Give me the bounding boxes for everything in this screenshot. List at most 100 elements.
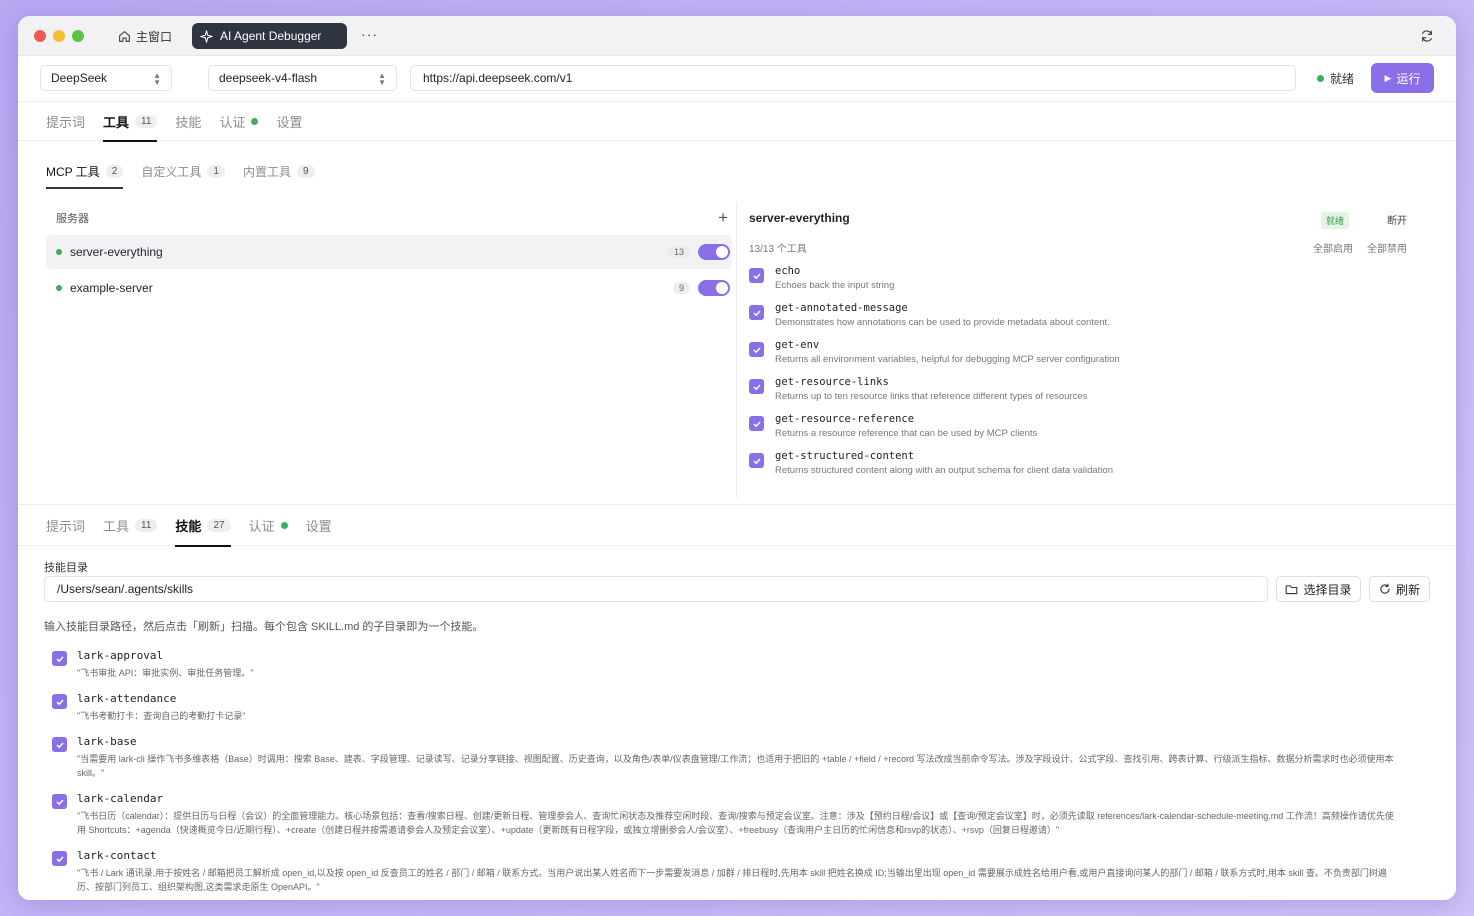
base-url-input[interactable]: https://api.deepseek.com/v1	[410, 65, 1296, 91]
server-enabled-toggle[interactable]	[698, 244, 730, 260]
skill-checkbox[interactable]	[52, 794, 67, 809]
tool-item: get-resource-reference Returns a resource…	[749, 413, 1429, 439]
tab-tools[interactable]: 工具 11	[103, 102, 158, 142]
skill-description: "飞书日历（calendar）：提供日历与日程（会议）的全面管理能力。核心场景包…	[77, 811, 1394, 835]
subtab-label: 自定义工具	[141, 164, 202, 179]
disconnect-button[interactable]: 断开	[1387, 212, 1407, 227]
skill-checkbox[interactable]	[52, 851, 67, 866]
tool-item: get-resource-links Returns up to ten reso…	[749, 376, 1429, 402]
servers-label: 服务器	[56, 213, 89, 225]
skill-checkbox[interactable]	[52, 737, 67, 752]
upper-tab-bar: 提示词 工具 11 技能 认证 设置	[18, 102, 1456, 142]
server-item[interactable]: server-everything 13	[46, 235, 732, 269]
check-icon	[752, 346, 761, 353]
skill-description: "飞书审批 API：审批实例、审批任务管理。"	[77, 668, 254, 678]
tab-tools[interactable]: 工具 11	[103, 505, 158, 546]
connection-status: 就绪	[1317, 70, 1354, 87]
lower-panel: 提示词 工具 11 技能 27 认证 设置 技能目录 /Users/sean/.…	[18, 504, 1456, 900]
model-value: deepseek-v4-flash	[219, 71, 318, 85]
tab-settings[interactable]: 设置	[306, 505, 332, 546]
subtab-builtin-tools[interactable]: 内置工具 9	[243, 156, 315, 186]
tab-label: 认证	[219, 114, 246, 130]
run-button[interactable]: ▶ 运行	[1371, 63, 1434, 93]
tool-name: get-structured-content	[775, 450, 915, 462]
tab-label: 技能	[175, 114, 202, 130]
disable-all-button[interactable]: 全部禁用	[1367, 240, 1407, 255]
skill-item: lark-calendar "飞书日历（calendar）：提供日历与日程（会议）…	[52, 792, 1402, 837]
tab-prompt[interactable]: 提示词	[46, 505, 85, 546]
tool-count-badge: 9	[672, 282, 690, 294]
refresh-button[interactable]: 刷新	[1369, 576, 1430, 602]
refresh-icon	[1380, 583, 1390, 594]
tool-checkbox[interactable]	[749, 379, 764, 394]
maximize-window-button[interactable]	[72, 30, 84, 42]
enable-all-button[interactable]: 全部启用	[1313, 240, 1353, 255]
check-icon	[55, 855, 64, 862]
provider-select[interactable]: DeepSeek ▲ ▼	[40, 65, 172, 91]
subtab-custom-tools[interactable]: 自定义工具 1	[141, 156, 225, 186]
server-enabled-toggle[interactable]	[698, 280, 730, 296]
auth-status-dot	[280, 521, 288, 529]
tab-skills[interactable]: 技能	[175, 102, 201, 141]
subtab-label: 内置工具	[242, 164, 291, 179]
tool-description: Returns a resource reference that can be…	[775, 428, 1038, 439]
add-server-button[interactable]: +	[718, 208, 728, 228]
skill-item: lark-approval "飞书审批 API：审批实例、审批任务管理。"	[52, 649, 1402, 680]
tab-skills[interactable]: 技能 27	[175, 505, 231, 547]
tab-auth[interactable]: 认证	[249, 505, 288, 546]
server-status-dot	[56, 285, 62, 291]
tool-name: get-resource-reference	[775, 413, 915, 425]
tool-item: echo Echoes back the input string	[749, 265, 1429, 291]
check-icon	[752, 420, 761, 427]
choose-dir-label: 选择目录	[1303, 582, 1352, 597]
skills-dir-input[interactable]: /Users/sean/.agents/skills	[44, 576, 1268, 602]
skill-checkbox[interactable]	[52, 694, 67, 709]
model-select[interactable]: deepseek-v4-flash ▲ ▼	[208, 65, 397, 91]
server-status-dot	[56, 249, 62, 255]
tool-checkbox[interactable]	[749, 453, 764, 468]
skill-name: lark-contact	[77, 849, 157, 862]
auth-status-dot	[251, 117, 259, 125]
check-icon	[752, 309, 761, 316]
check-icon	[752, 272, 761, 279]
close-window-button[interactable]	[34, 30, 46, 42]
tab-auth[interactable]: 认证	[219, 102, 259, 141]
tool-checkbox[interactable]	[749, 305, 764, 320]
base-url-value: https://api.deepseek.com/v1	[423, 71, 573, 85]
tab-label: 认证	[248, 518, 275, 534]
tab-agent-debugger-label: AI Agent Debugger	[220, 29, 322, 43]
choose-dir-button[interactable]: 选择目录	[1276, 576, 1361, 602]
tool-summary-row: 13/13 个工具 全部启用 全部禁用	[749, 240, 1429, 255]
tab-home[interactable]: 主窗口	[118, 24, 172, 48]
tool-checkbox[interactable]	[749, 416, 764, 431]
skill-name: lark-calendar	[77, 792, 164, 805]
tab-agent-debugger[interactable]: AI Agent Debugger	[192, 23, 347, 49]
count-badge: 27	[207, 518, 231, 532]
sync-icon[interactable]	[1420, 29, 1434, 43]
tool-item: get-annotated-message Demonstrates how an…	[749, 302, 1429, 328]
skill-item: lark-contact "飞书 / Lark 通讯录,用于按姓名 / 邮箱把员工…	[52, 849, 1402, 894]
count-badge: 11	[135, 518, 158, 532]
subtab-mcp-tools[interactable]: MCP 工具 2	[46, 156, 124, 189]
title-bar: 主窗口 AI Agent Debugger ···	[18, 16, 1456, 56]
tool-item: get-env Returns all environment variables…	[749, 339, 1429, 365]
check-icon	[55, 698, 64, 705]
tools-subtab-bar: MCP 工具 2 自定义工具 1 内置工具 9	[46, 156, 315, 189]
upper-panel: 提示词 工具 11 技能 认证 设置 MCP 工具 2 自定义工具 1 内置工具…	[18, 102, 1456, 504]
tool-checkbox[interactable]	[749, 342, 764, 357]
tab-label: 工具	[103, 114, 130, 130]
server-item[interactable]: example-server 9	[46, 271, 732, 305]
tool-checkbox[interactable]	[749, 268, 764, 283]
tab-label: 提示词	[46, 114, 86, 130]
skill-checkbox[interactable]	[52, 651, 67, 666]
tab-settings[interactable]: 设置	[276, 102, 302, 141]
more-tabs-button[interactable]: ···	[361, 26, 378, 42]
server-name: example-server	[70, 281, 153, 295]
server-list-header: 服务器 +	[46, 207, 732, 229]
status-badge: 就绪	[1320, 212, 1349, 229]
tab-prompt[interactable]: 提示词	[46, 102, 85, 141]
folder-icon	[1286, 584, 1298, 594]
minimize-window-button[interactable]	[53, 30, 65, 42]
skill-item: lark-attendance "飞书考勤打卡：查询自己的考勤打卡记录"	[52, 692, 1402, 723]
status-label: 就绪	[1330, 72, 1355, 86]
